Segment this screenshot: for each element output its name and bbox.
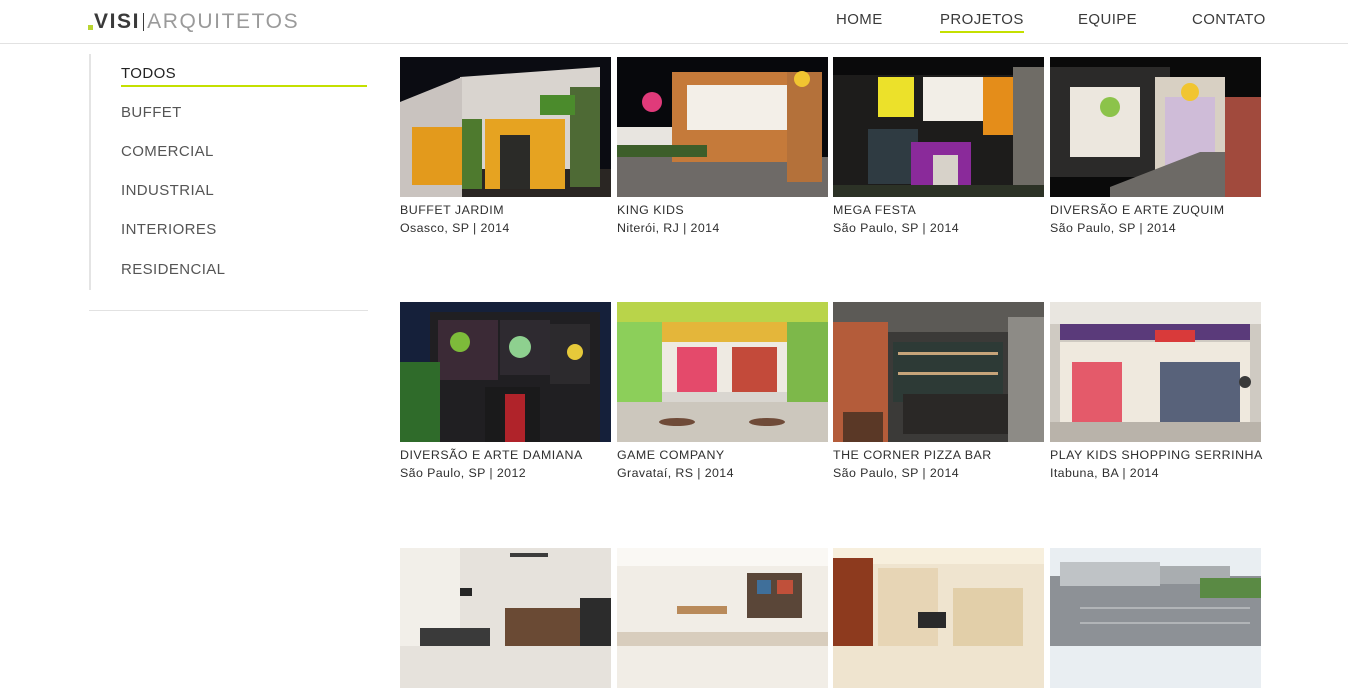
category-sidebar: TODOS BUFFET COMERCIAL INDUSTRIAL INTERI… <box>89 54 368 311</box>
project-image-diversao-arte-zuquim[interactable] <box>1050 57 1261 197</box>
category-industrial[interactable]: INDUSTRIAL <box>121 182 214 199</box>
project-title: GAME COMPANY <box>617 448 725 462</box>
site-logo[interactable]: VISI ARQUITETOS <box>88 10 299 34</box>
project-card[interactable] <box>617 548 828 694</box>
project-title: KING KIDS <box>617 203 685 217</box>
project-location: São Paulo, SP | 2012 <box>400 466 527 480</box>
project-image-game-company[interactable] <box>617 302 828 442</box>
category-residencial[interactable]: RESIDENCIAL <box>121 261 225 278</box>
logo-separator <box>143 13 145 31</box>
project-image-mega-festa[interactable] <box>833 57 1044 197</box>
project-card[interactable]: MEGA FESTA São Paulo, SP | 2014 <box>833 57 1044 235</box>
nav-projetos[interactable]: PROJETOS <box>940 11 1024 33</box>
site-header: VISI ARQUITETOS HOME PROJETOS EQUIPE CON… <box>0 0 1348 44</box>
project-image-play-kids-serrinha[interactable] <box>1050 302 1261 442</box>
logo-text-visi: VISI <box>94 10 141 33</box>
category-interiores[interactable]: INTERIORES <box>121 221 217 238</box>
project-image-residence-interior[interactable] <box>833 548 1044 688</box>
sidebar-divider <box>89 54 91 290</box>
project-image-industrial-aerial[interactable] <box>1050 548 1261 688</box>
project-card[interactable] <box>400 548 611 694</box>
project-image-diversao-arte-damiana[interactable] <box>400 302 611 442</box>
project-card[interactable] <box>1050 548 1261 694</box>
project-location: São Paulo, SP | 2014 <box>833 221 960 235</box>
project-location: Itabuna, BA | 2014 <box>1050 466 1159 480</box>
project-location: São Paulo, SP | 2014 <box>1050 221 1177 235</box>
project-image-corner-pizza-bar[interactable] <box>833 302 1044 442</box>
logo-mark-icon <box>88 25 93 30</box>
project-card[interactable]: THE CORNER PIZZA BAR São Paulo, SP | 201… <box>833 302 1044 480</box>
project-card[interactable]: KING KIDS Niterói, RJ | 2014 <box>617 57 828 235</box>
project-image-king-kids[interactable] <box>617 57 828 197</box>
project-card[interactable] <box>833 548 1044 694</box>
category-buffet[interactable]: BUFFET <box>121 104 182 121</box>
nav-contato[interactable]: CONTATO <box>1192 11 1266 31</box>
nav-home[interactable]: HOME <box>836 11 883 31</box>
project-image-living-room[interactable] <box>617 548 828 688</box>
project-image-office-interior[interactable] <box>400 548 611 688</box>
project-title: DIVERSÃO E ARTE ZUQUIM <box>1050 203 1225 217</box>
project-location: São Paulo, SP | 2014 <box>833 466 960 480</box>
project-location: Osasco, SP | 2014 <box>400 221 510 235</box>
project-card[interactable]: BUFFET JARDIM Osasco, SP | 2014 <box>400 57 611 235</box>
project-card[interactable]: DIVERSÃO E ARTE DAMIANA São Paulo, SP | … <box>400 302 611 480</box>
project-title: THE CORNER PIZZA BAR <box>833 448 992 462</box>
project-card[interactable]: GAME COMPANY Gravataí, RS | 2014 <box>617 302 828 480</box>
category-todos[interactable]: TODOS <box>121 65 367 87</box>
nav-equipe[interactable]: EQUIPE <box>1078 11 1137 31</box>
project-card[interactable]: PLAY KIDS SHOPPING SERRINHA Itabuna, BA … <box>1050 302 1263 480</box>
project-title: BUFFET JARDIM <box>400 203 505 217</box>
project-title: MEGA FESTA <box>833 203 917 217</box>
project-location: Niterói, RJ | 2014 <box>617 221 720 235</box>
project-title: DIVERSÃO E ARTE DAMIANA <box>400 448 583 462</box>
category-comercial[interactable]: COMERCIAL <box>121 143 214 160</box>
project-card[interactable]: DIVERSÃO E ARTE ZUQUIM São Paulo, SP | 2… <box>1050 57 1261 235</box>
logo-text-arquitetos: ARQUITETOS <box>147 10 300 33</box>
project-location: Gravataí, RS | 2014 <box>617 466 734 480</box>
project-title: PLAY KIDS SHOPPING SERRINHA <box>1050 448 1263 462</box>
project-image-buffet-jardim[interactable] <box>400 57 611 197</box>
